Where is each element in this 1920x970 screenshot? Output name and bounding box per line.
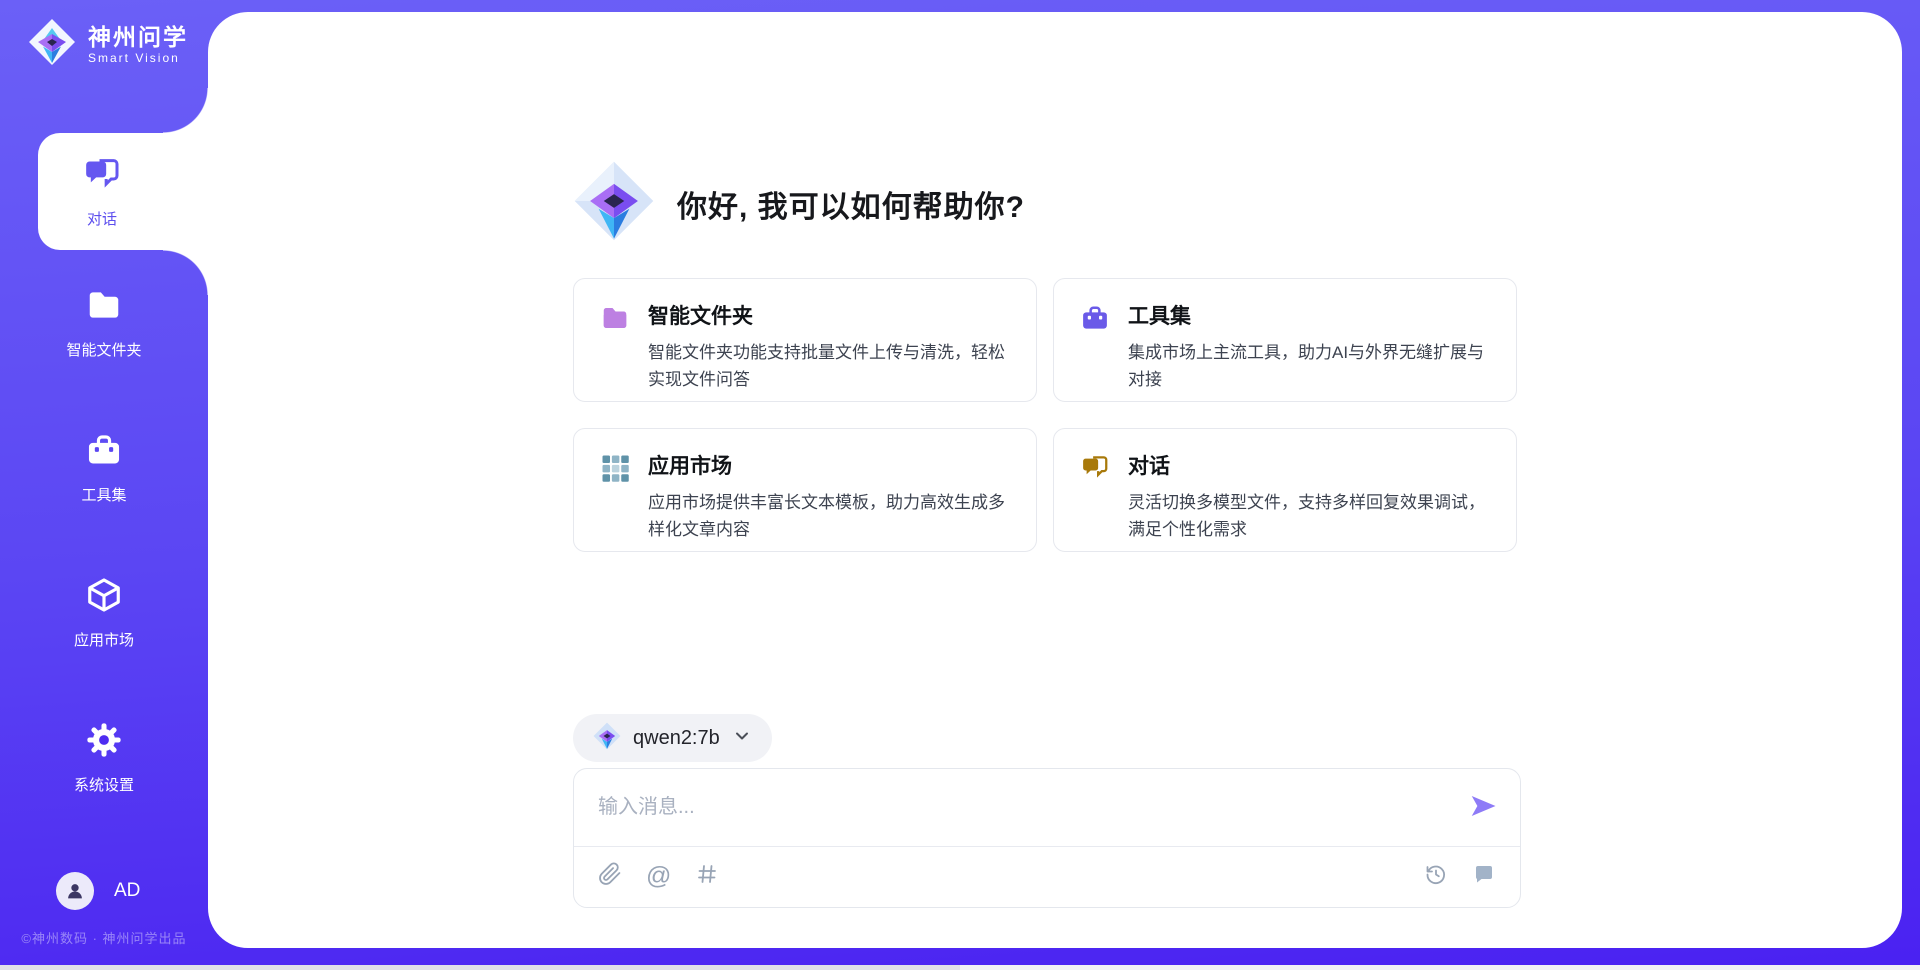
message-input[interactable] bbox=[574, 769, 1450, 846]
card-chat[interactable]: 对话 灵活切换多模型文件，支持多样回复效果调试，满足个性化需求 bbox=[1053, 428, 1517, 552]
greeting-block: 你好, 我可以如何帮助你? bbox=[573, 160, 1025, 247]
gem-diamond-icon bbox=[28, 18, 76, 71]
chat-icon bbox=[82, 154, 122, 199]
card-smart-folder[interactable]: 智能文件夹 智能文件夹功能支持批量文件上传与清洗，轻松实现文件问答 bbox=[573, 278, 1037, 402]
brand-subtitle: Smart Vision bbox=[88, 51, 188, 65]
sidebar-item-label: 工具集 bbox=[81, 484, 126, 505]
paperclip-icon bbox=[598, 862, 622, 891]
scrollbar-thumb[interactable] bbox=[0, 965, 960, 970]
topic-button[interactable] bbox=[695, 862, 719, 891]
chat-square-icon bbox=[1472, 862, 1496, 891]
gem-diamond-icon bbox=[593, 722, 621, 755]
model-selector[interactable]: qwen2:7b bbox=[573, 714, 772, 762]
gem-diamond-icon bbox=[573, 160, 655, 247]
toolbox-icon bbox=[1080, 303, 1110, 380]
folder-icon bbox=[600, 303, 630, 380]
sidebar-item-chat[interactable]: 对话 bbox=[38, 133, 208, 250]
sidebar-item-app-market[interactable]: 应用市场 bbox=[0, 540, 208, 685]
toolbox-icon bbox=[85, 431, 123, 474]
hash-icon bbox=[695, 862, 719, 891]
cube-icon bbox=[85, 576, 123, 619]
chevron-down-icon bbox=[732, 726, 752, 751]
card-desc: 灵活切换多模型文件，支持多样回复效果调试，满足个性化需求 bbox=[1128, 489, 1490, 543]
avatar bbox=[56, 872, 94, 910]
card-title: 对话 bbox=[1128, 450, 1490, 480]
apps-grid-icon bbox=[600, 453, 630, 530]
card-desc: 智能文件夹功能支持批量文件上传与清洗，轻松实现文件问答 bbox=[648, 339, 1010, 393]
gear-icon bbox=[85, 721, 123, 764]
folder-icon bbox=[85, 286, 123, 329]
sidebar-item-label: 应用市场 bbox=[74, 629, 134, 650]
card-app-market[interactable]: 应用市场 应用市场提供丰富长文本模板，助力高效生成多样化文章内容 bbox=[573, 428, 1037, 552]
card-title: 应用市场 bbox=[648, 450, 1010, 480]
chat-icon bbox=[1080, 453, 1110, 530]
app-logo: 神州问学 Smart Vision bbox=[28, 18, 188, 71]
composer-toolbar: @ bbox=[574, 845, 1520, 907]
send-button[interactable] bbox=[1468, 791, 1498, 821]
model-name: qwen2:7b bbox=[633, 727, 720, 750]
sidebar-item-label: 对话 bbox=[87, 208, 117, 229]
card-title: 工具集 bbox=[1128, 300, 1490, 330]
feature-cards: 智能文件夹 智能文件夹功能支持批量文件上传与清洗，轻松实现文件问答 工具集 集成… bbox=[573, 278, 1517, 552]
user-name: AD bbox=[114, 880, 140, 902]
feedback-button[interactable] bbox=[1472, 862, 1496, 891]
brand-name: 神州问学 bbox=[88, 24, 188, 50]
card-title: 智能文件夹 bbox=[648, 300, 1010, 330]
sidebar-item-toolset[interactable]: 工具集 bbox=[0, 395, 208, 540]
greeting-title: 你好, 我可以如何帮助你? bbox=[677, 182, 1025, 226]
mention-button[interactable]: @ bbox=[646, 864, 671, 889]
user-account[interactable]: AD bbox=[56, 872, 140, 910]
sidebar-nav: 智能文件夹 工具集 应用市场 bbox=[0, 250, 208, 830]
attach-file-button[interactable] bbox=[598, 862, 622, 891]
sidebar-item-smart-folder[interactable]: 智能文件夹 bbox=[0, 250, 208, 395]
message-composer: @ bbox=[573, 768, 1521, 908]
sidebar-item-label: 智能文件夹 bbox=[66, 339, 141, 360]
main-panel: 你好, 我可以如何帮助你? 智能文件夹 智能文件夹功能支持批量文件上传与清洗，轻… bbox=[208, 12, 1902, 948]
sidebar-item-label: 系统设置 bbox=[74, 774, 134, 795]
history-icon bbox=[1424, 862, 1448, 891]
sidebar-item-settings[interactable]: 系统设置 bbox=[0, 685, 208, 830]
card-toolset[interactable]: 工具集 集成市场上主流工具，助力AI与外界无缝扩展与对接 bbox=[1053, 278, 1517, 402]
card-desc: 应用市场提供丰富长文本模板，助力高效生成多样化文章内容 bbox=[648, 489, 1010, 543]
active-tab-curve-top bbox=[163, 88, 208, 133]
horizontal-scrollbar[interactable] bbox=[0, 965, 1920, 970]
history-button[interactable] bbox=[1424, 862, 1448, 891]
card-desc: 集成市场上主流工具，助力AI与外界无缝扩展与对接 bbox=[1128, 339, 1490, 393]
at-icon: @ bbox=[646, 864, 671, 889]
copyright-text: ©神州数码 · 神州问学出品 bbox=[0, 928, 208, 947]
